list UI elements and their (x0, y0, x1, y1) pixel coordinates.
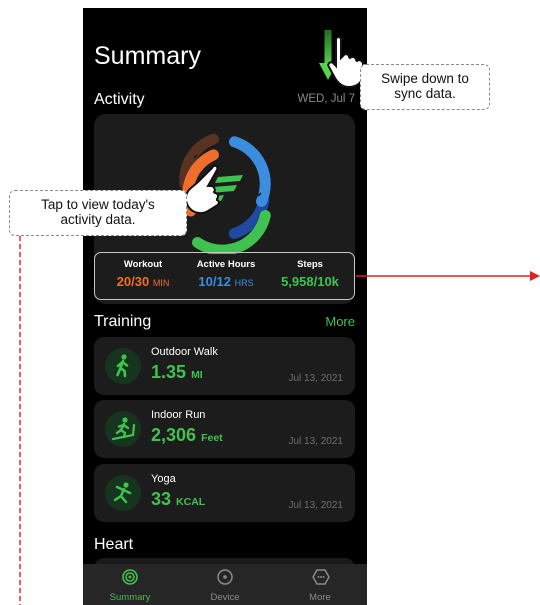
training-item-date: Jul 13, 2021 (288, 436, 344, 447)
summary-icon (122, 569, 138, 585)
active-hours-stat: Active Hours 10/12 HRS (187, 259, 265, 289)
tab-summary[interactable]: Summary (83, 564, 177, 605)
activity-logo-icon (205, 175, 243, 203)
device-icon (217, 569, 233, 585)
activity-stats-panel[interactable]: Workout 20/30 MIN Active Hours 10/12 HRS… (94, 252, 355, 300)
walking-person-icon (105, 348, 141, 384)
tap-callout: Tap to view today's activity data. (9, 190, 187, 236)
training-item-date: Jul 13, 2021 (288, 373, 344, 384)
training-section-title: Training (94, 313, 152, 330)
active-hours-unit: HRS (234, 278, 254, 288)
tab-label: More (309, 592, 331, 603)
active-hours-label: Active Hours (196, 259, 256, 270)
training-item-value: 2,306 (151, 425, 197, 445)
workout-value: 20/30 (116, 274, 150, 289)
heart-section-title: Heart (94, 536, 134, 553)
training-item-indoor-run[interactable]: Indoor Run 2,306 Feet Jul 13, 2021 (94, 400, 355, 458)
training-item-value: 33 (151, 489, 172, 509)
training-item-value: 1.35 (151, 362, 187, 382)
workout-unit: MIN (152, 278, 170, 288)
more-icon (312, 569, 330, 585)
tab-label: Device (210, 592, 240, 603)
tab-label: Summary (109, 592, 151, 603)
training-item-name: Yoga (151, 473, 176, 485)
training-item-unit: MI (191, 369, 203, 381)
training-item-unit: Feet (201, 432, 223, 444)
active-hours-ring (229, 136, 271, 207)
tab-device[interactable]: Device (178, 564, 272, 605)
phone-screen: Summary Activity WED, Jul 7 Workout 20/3… (83, 8, 367, 605)
activity-section-title: Activity (94, 91, 145, 108)
training-item-name: Indoor Run (151, 409, 206, 421)
swipe-callout-line-2: sync data. (394, 86, 456, 101)
annotation-arrow-head-icon (530, 271, 540, 281)
tab-more[interactable]: More (273, 564, 367, 605)
training-more-link[interactable]: More (325, 314, 355, 329)
active-hours-value: 10/12 (198, 274, 231, 289)
training-item-unit: KCAL (176, 496, 206, 508)
training-item-outdoor-walk[interactable]: Outdoor Walk 1.35 MI Jul 13, 2021 (94, 337, 355, 395)
training-item-date: Jul 13, 2021 (288, 500, 344, 511)
steps-label: Steps (297, 259, 323, 270)
swipe-callout-line-1: Swipe down to (381, 71, 469, 86)
sync-arrow-icon (319, 30, 337, 80)
training-item-name: Outdoor Walk (151, 346, 218, 358)
steps-stat: Steps 5,958/10k (271, 259, 349, 289)
tap-callout-line-1: Tap to view today's (41, 197, 155, 212)
yoga-pose-icon (105, 475, 141, 511)
treadmill-run-icon (105, 411, 141, 447)
bottom-tab-bar: Summary Device More (83, 564, 367, 605)
steps-value: 5,958/10k (281, 274, 339, 289)
workout-label: Workout (123, 259, 163, 270)
swipe-callout: Swipe down to sync data. (360, 64, 490, 110)
page-title: Summary (94, 42, 201, 70)
workout-stat: Workout 20/30 MIN (103, 259, 183, 289)
tap-callout-line-2: activity data. (60, 212, 136, 227)
training-item-yoga[interactable]: Yoga 33 KCAL Jul 13, 2021 (94, 464, 355, 522)
activity-date: WED, Jul 7 (297, 93, 355, 105)
